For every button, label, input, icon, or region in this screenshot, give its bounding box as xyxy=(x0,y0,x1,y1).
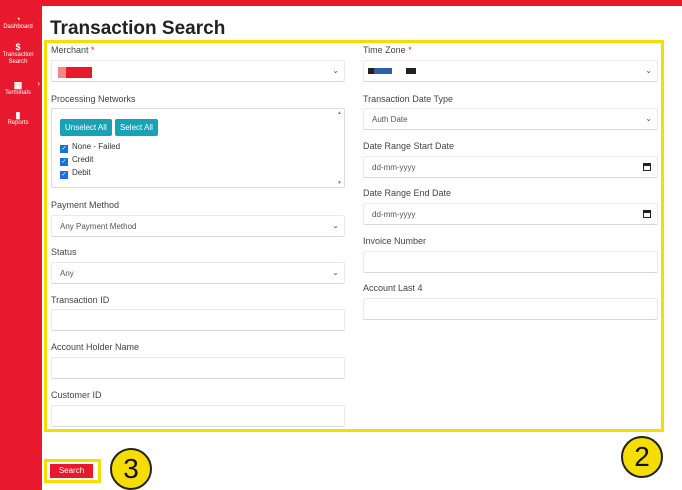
sidebar-item-label: Dashboard xyxy=(3,24,33,30)
transaction-date-type-select[interactable]: Auth Date ⌄ xyxy=(363,108,658,130)
search-button[interactable]: Search xyxy=(50,464,93,478)
payment-method-label: Payment Method xyxy=(51,200,120,210)
merchant-label: Merchant * xyxy=(51,45,95,55)
chevron-down-icon: ⌄ xyxy=(332,221,339,230)
account-last4-input[interactable] xyxy=(363,298,658,320)
sidebar-item-label: Reports xyxy=(7,120,29,126)
scroll-down-icon[interactable]: ▼ xyxy=(336,180,343,186)
sidebar-item-terminals[interactable]: ▦ Terminals › xyxy=(0,80,40,97)
account-last4-label: Account Last 4 xyxy=(363,283,423,293)
account-holder-name-label: Account Holder Name xyxy=(51,342,140,352)
annotation-badge-2: 2 xyxy=(621,436,663,478)
checkbox-checked-icon[interactable]: ✓ xyxy=(60,171,68,179)
calendar-icon[interactable] xyxy=(643,210,651,218)
date-range-end-input[interactable]: dd-mm-yyyy xyxy=(363,203,658,225)
annotation-badge-3: 3 xyxy=(110,448,152,490)
customer-id-input[interactable] xyxy=(51,405,345,427)
list-scrollbar[interactable]: ▲ ▼ xyxy=(336,110,343,186)
chevron-right-icon: › xyxy=(37,79,40,88)
merchant-redacted-block xyxy=(66,67,92,78)
terminal-calculator-icon: ▦ xyxy=(13,80,23,90)
transaction-id-input[interactable] xyxy=(51,309,345,331)
status-select[interactable]: Any ⌄ xyxy=(51,262,345,284)
account-holder-name-input[interactable] xyxy=(51,357,345,379)
sidebar: ◔ Dashboard $ Transaction Search ▦ Termi… xyxy=(0,0,42,490)
page-title: Transaction Search xyxy=(50,18,226,39)
merchant-select[interactable]: ⌄ xyxy=(51,60,345,82)
date-range-start-input[interactable]: dd-mm-yyyy xyxy=(363,156,658,178)
calendar-icon[interactable] xyxy=(643,163,651,171)
invoice-number-input[interactable] xyxy=(363,251,658,273)
sidebar-item-dashboard[interactable]: ◔ Dashboard xyxy=(0,14,36,31)
time-zone-label: Time Zone * xyxy=(363,45,412,55)
unselect-all-button[interactable]: Unselect All xyxy=(60,119,112,136)
scroll-up-icon[interactable]: ▲ xyxy=(336,110,343,116)
date-range-end-label: Date Range End Date xyxy=(363,188,452,198)
timezone-redacted-block xyxy=(374,68,392,74)
top-accent-bar xyxy=(0,0,682,6)
processing-networks-label: Processing Networks xyxy=(51,94,136,104)
payment-method-select[interactable]: Any Payment Method ⌄ xyxy=(51,215,345,237)
chevron-down-icon: ⌄ xyxy=(645,66,652,75)
network-option-none-failed[interactable]: ✓ None - Failed xyxy=(60,142,120,153)
reports-chart-icon: ▮ xyxy=(15,110,21,120)
sidebar-item-transaction-search[interactable]: $ Transaction Search xyxy=(0,42,36,66)
timezone-redacted-block xyxy=(406,68,416,74)
sidebar-item-label: Terminals xyxy=(5,90,31,96)
customer-id-label: Customer ID xyxy=(51,390,102,400)
sidebar-item-reports[interactable]: ▮ Reports xyxy=(0,110,36,127)
processing-networks-list[interactable]: Unselect All Select All ✓ None - Failed ✓… xyxy=(51,108,345,188)
chevron-down-icon: ⌄ xyxy=(645,114,652,123)
sidebar-item-label: Transaction Search xyxy=(2,52,34,65)
time-zone-select[interactable]: ⌄ xyxy=(363,60,658,82)
date-range-start-label: Date Range Start Date xyxy=(363,141,455,151)
transaction-date-type-label: Transaction Date Type xyxy=(363,94,454,104)
status-label: Status xyxy=(51,247,77,257)
network-option-credit[interactable]: ✓ Credit xyxy=(60,155,93,166)
dollar-icon: $ xyxy=(15,42,21,52)
checkbox-checked-icon[interactable]: ✓ xyxy=(60,145,68,153)
chevron-down-icon: ⌄ xyxy=(332,268,339,277)
chevron-down-icon: ⌄ xyxy=(332,66,339,75)
checkbox-checked-icon[interactable]: ✓ xyxy=(60,158,68,166)
select-all-button[interactable]: Select All xyxy=(115,119,158,136)
dashboard-gauge-icon: ◔ xyxy=(15,14,21,24)
network-option-debit[interactable]: ✓ Debit xyxy=(60,168,91,179)
invoice-number-label: Invoice Number xyxy=(363,236,427,246)
transaction-id-label: Transaction ID xyxy=(51,295,110,305)
